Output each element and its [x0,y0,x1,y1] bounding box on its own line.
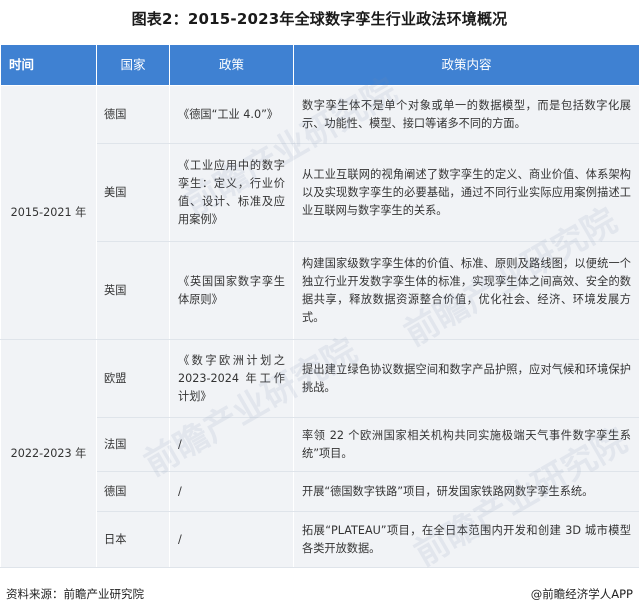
country-cell: 欧盟 [96,339,170,418]
header-policy: 政策 [169,44,294,86]
policy-table: 时间 国家 政策 政策内容 2015-2021 年 德国 《德国“工业 4.0”… [0,44,639,568]
header-country: 国家 [96,44,170,86]
header-time: 时间 [0,44,97,86]
content-cell: 开展“德国数字铁路”项目，研发国家铁路网数字孪生系统。 [293,471,639,512]
source-note: 资料来源：前瞻产业研究院 [6,587,144,601]
policy-cell: 《数字欧洲计划之2023-2024 年工作计划》 [169,339,294,418]
content-cell: 拓展“PLATEAU”项目，在全日本范围内开发和创建 3D 城市模型各类开放数据… [293,511,639,568]
country-cell: 德国 [96,85,170,144]
country-cell: 德国 [96,471,170,512]
page-title: 图表2：2015-2023年全球数字孪生行业政法环境概况 [131,10,508,28]
table-row: 2015-2021 年 德国 《德国“工业 4.0”》 数字孪生体不是单个对象或… [0,85,639,340]
footer: 资料来源：前瞻产业研究院 @前瞻经济学人APP [0,586,639,606]
table-row: 日本 / 拓展“PLATEAU”项目，在全日本范围内开发和创建 3D 城市模型各… [1,511,639,568]
content-cell: 提出建立绿色协议数据空间和数字产品护照，应对气候和环境保护挑战。 [293,339,639,418]
country-cell: 日本 [96,511,170,568]
brand-credit: @前瞻经济学人APP [530,587,633,601]
policy-cell: / [169,471,294,512]
country-cell: 法国 [96,417,170,472]
policy-cell: 《英国国家数字孪生体原则》 [169,241,294,340]
policy-cell: 《工业应用中的数字孪生：定义，行业价值、设计、标准及应用案例》 [169,143,294,242]
table-row: 法国 / 率领 22 个欧洲国家相关机构共同实施极端天气事件数字孪生系统”项目。 [1,417,639,472]
policy-cell: 《德国“工业 4.0”》 [169,85,294,144]
policy-cell: / [169,417,294,472]
content-cell: 数字孪生体不是单个对象或单一的数据模型，而是包括数字化展示、功能性、模型、接口等… [293,85,639,144]
period-cell: 2015-2021 年 [0,85,97,340]
country-cell: 英国 [96,241,170,340]
header-content: 政策内容 [293,44,639,86]
period-cell: 2022-2023 年 [0,339,97,568]
table-row: 英国 《英国国家数字孪生体原则》 构建国家级数字孪生体的价值、标准、原则及路线图… [1,241,639,340]
country-cell: 美国 [96,143,170,242]
table-row: 2022-2023 年 欧盟 《数字欧洲计划之2023-2024 年工作计划》 … [0,339,639,568]
content-cell: 构建国家级数字孪生体的价值、标准、原则及路线图，以便统一个独立行业开发数字孪生体… [293,241,639,340]
table-header-row: 时间 国家 政策 政策内容 [0,44,639,86]
content-cell: 率领 22 个欧洲国家相关机构共同实施极端天气事件数字孪生系统”项目。 [293,417,639,472]
policy-cell: / [169,511,294,568]
content-cell: 从工业互联网的视角阐述了数字孪生的定义、商业价值、体系架构以及实现数字孪生的必要… [293,143,639,242]
table-row: 德国 / 开展“德国数字铁路”项目，研发国家铁路网数字孪生系统。 [1,471,639,512]
table-row: 美国 《工业应用中的数字孪生：定义，行业价值、设计、标准及应用案例》 从工业互联… [1,143,639,242]
